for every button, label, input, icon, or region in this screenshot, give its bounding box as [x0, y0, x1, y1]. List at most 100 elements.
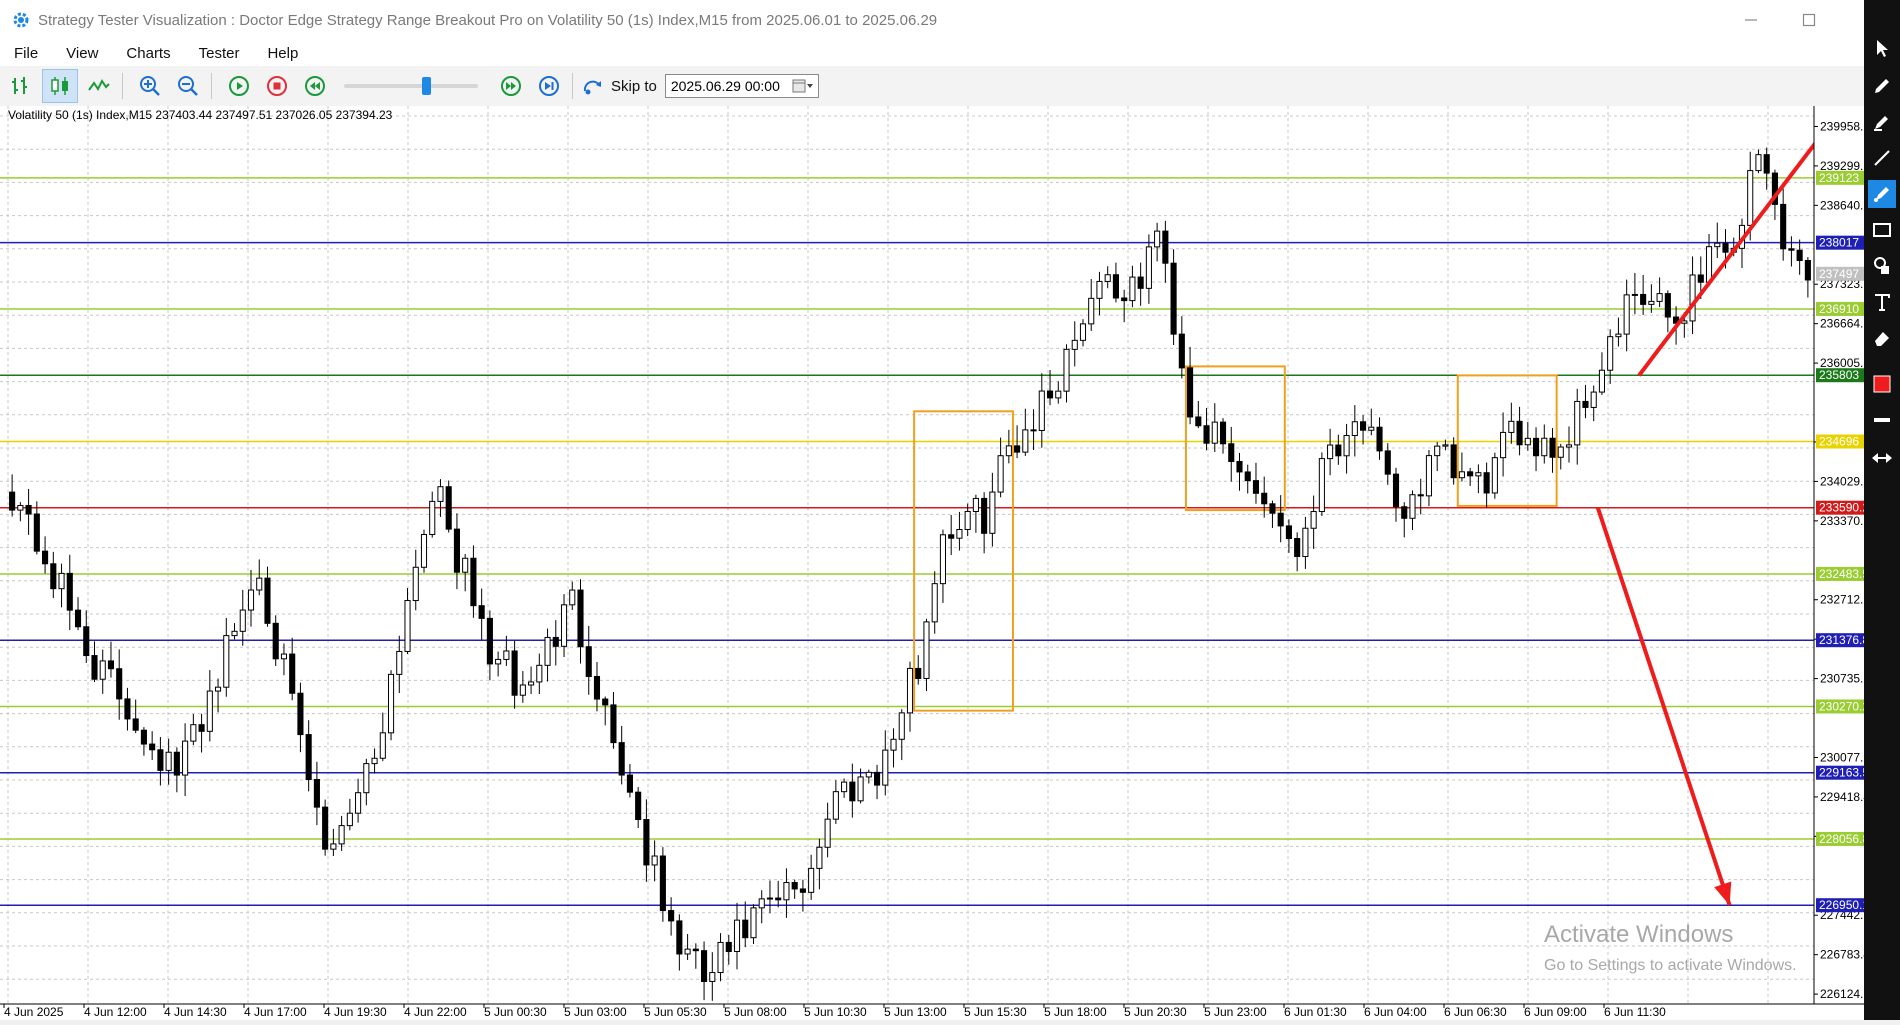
bar-chart-button[interactable] [4, 70, 38, 102]
candle-body [873, 771, 881, 786]
collapse-toolbar-button[interactable] [1868, 448, 1896, 468]
play-button[interactable] [222, 70, 256, 102]
candle-body [396, 650, 403, 675]
candle-body [1747, 170, 1754, 226]
slow-down-button[interactable] [298, 70, 332, 102]
candle-body [1549, 437, 1556, 458]
candle-body [1565, 444, 1573, 448]
candle-body [569, 589, 576, 606]
candle-body [890, 738, 897, 751]
candle-body [1705, 246, 1713, 283]
zoom-out-icon [178, 76, 198, 96]
candle-body [297, 692, 304, 736]
window-title: Strategy Tester Visualization : Doctor E… [38, 11, 938, 29]
candle-body [25, 504, 32, 515]
shapes-tool-button[interactable] [1868, 252, 1896, 280]
bar-chart-icon [12, 77, 27, 94]
candle-body [585, 646, 592, 677]
stop-icon [267, 76, 287, 96]
candle-body [289, 653, 296, 694]
candle-body [272, 622, 279, 660]
candle-body [1804, 260, 1811, 281]
candle-body [956, 528, 963, 539]
speed-slider[interactable] [344, 73, 478, 99]
candle-body [107, 660, 115, 670]
candle-body [742, 919, 749, 939]
candle-body [1656, 293, 1663, 302]
candle-body [972, 497, 979, 512]
time-tick-label: 4 Jun 17:00 [244, 1005, 307, 1019]
rectangle-tool-button[interactable] [1868, 216, 1896, 244]
menu-view[interactable]: View [52, 45, 112, 62]
fast-forward-icon [501, 76, 521, 96]
candle-body [17, 504, 24, 511]
candle-body [264, 577, 271, 624]
time-tick-label: 6 Jun 11:30 [1604, 1005, 1666, 1019]
candle-body [445, 486, 452, 530]
cursor-tool-button[interactable] [1868, 34, 1896, 62]
candle-body [404, 600, 411, 652]
line-width-button[interactable] [1868, 406, 1896, 434]
minimize-button[interactable] [1728, 0, 1774, 40]
candle-body [1343, 435, 1350, 457]
skip-to-datetime-field[interactable]: 2025.06.29 00:00 [664, 74, 819, 98]
calendar-dropdown-icon[interactable] [792, 78, 814, 94]
skip-to-button[interactable] [579, 70, 607, 102]
zoom-in-button[interactable] [133, 70, 167, 102]
maximize-button[interactable] [1786, 0, 1832, 40]
menu-charts[interactable]: Charts [112, 45, 184, 62]
color-picker-button[interactable] [1868, 370, 1896, 398]
candle-body [1079, 323, 1087, 341]
menu-help[interactable]: Help [253, 45, 312, 62]
time-tick-label: 4 Jun 12:00 [84, 1005, 147, 1019]
level-price-label: 226950.15 [1819, 898, 1864, 912]
candle-body [939, 534, 947, 585]
candle-body [544, 636, 551, 666]
candle-body [1376, 426, 1383, 452]
candle-body [849, 781, 856, 802]
pencil-icon [1875, 79, 1889, 93]
line-width-icon [1874, 418, 1890, 422]
candle-body [1475, 472, 1482, 477]
level-price-label: 231376.89 [1819, 633, 1864, 647]
candle-body [626, 774, 633, 793]
menu-tester[interactable]: Tester [185, 45, 254, 62]
candle-body [1796, 249, 1803, 262]
time-tick-label: 5 Jun 23:00 [1204, 1005, 1267, 1019]
candle-body [1327, 444, 1334, 460]
candle-body [1417, 494, 1424, 497]
speed-up-button[interactable] [494, 70, 528, 102]
candle-body [140, 729, 147, 745]
candle-body [50, 563, 57, 590]
speed-slider-thumb[interactable] [422, 77, 431, 95]
stop-button[interactable] [260, 70, 294, 102]
candle-body [132, 718, 139, 731]
candlestick-chart[interactable]: 239958.239299.238640.237323.236664.23600… [0, 106, 1877, 1020]
candle-body [758, 898, 765, 909]
eraser-tool-button[interactable] [1868, 324, 1896, 352]
candle-body [280, 653, 288, 660]
candle-body [9, 491, 16, 511]
pencil-tool-button[interactable] [1868, 72, 1896, 100]
candle-body [1541, 437, 1548, 457]
time-tick-label: 4 Jun 14:30 [164, 1005, 227, 1019]
candle-body [1195, 416, 1202, 427]
candle-body [1121, 297, 1128, 302]
candle-body [1763, 154, 1770, 174]
candle-body [865, 771, 872, 778]
candle-body [577, 589, 584, 648]
marker-tool-button[interactable] [1868, 108, 1896, 136]
level-price-label: 229163.52 [1819, 766, 1864, 780]
chart-area[interactable]: 239958. 239299. 238640. 237323. 236664. 23600… [0, 106, 1877, 1020]
brush-tool-button[interactable] [1868, 180, 1896, 208]
line-icon [1874, 150, 1890, 166]
candle-body [124, 698, 131, 720]
zoom-out-button[interactable] [171, 70, 205, 102]
line-chart-button[interactable] [82, 70, 116, 102]
candle-body [239, 609, 246, 632]
text-tool-button[interactable] [1868, 288, 1896, 316]
menu-file[interactable]: File [0, 45, 52, 62]
skip-end-button[interactable] [532, 70, 566, 102]
line-tool-button[interactable] [1868, 144, 1896, 172]
candlestick-chart-button[interactable] [42, 69, 78, 103]
